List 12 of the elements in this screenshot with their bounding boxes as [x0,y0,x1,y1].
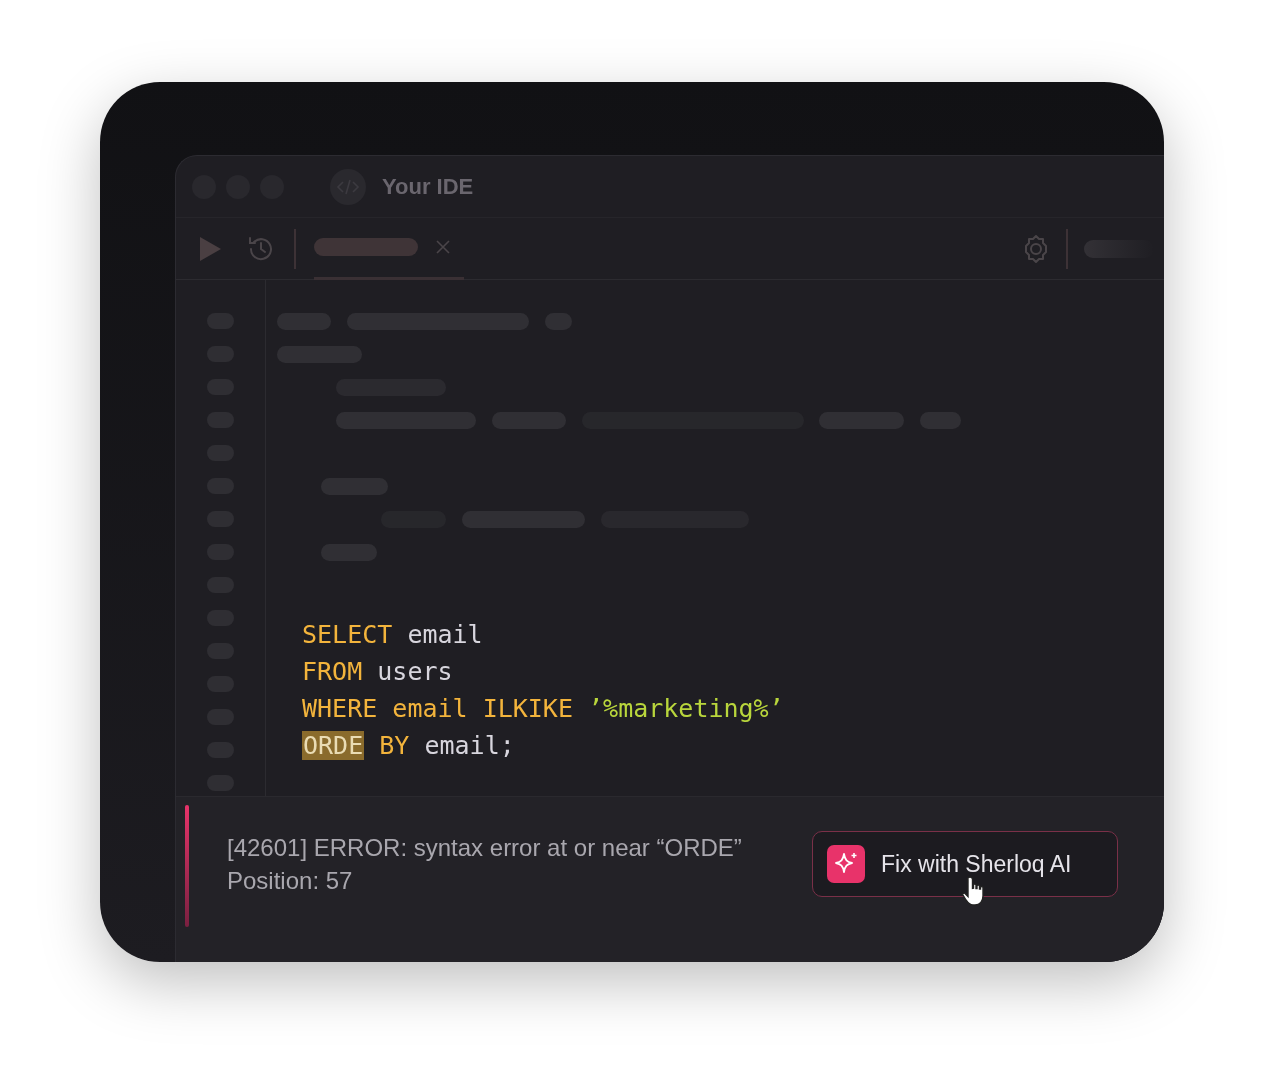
close-icon[interactable] [436,240,450,254]
code-line: ORDE BY email; [302,730,515,762]
sparkle-icon [827,845,865,883]
code-line: FROM users [302,656,453,688]
error-message: [42601] ERROR: syntax error at or near “ORDE” [227,833,743,863]
code-icon [330,168,366,205]
code-line: WHERE email ILKIKE ’%marketing%’ [302,693,784,725]
window-title: Your IDE [382,173,474,201]
code-line: SELECT email [302,619,483,651]
play-icon[interactable] [198,235,222,262]
fix-button[interactable]: Fix with Sherloq AI [812,831,1118,897]
error-position: Position: 57 [227,866,354,896]
